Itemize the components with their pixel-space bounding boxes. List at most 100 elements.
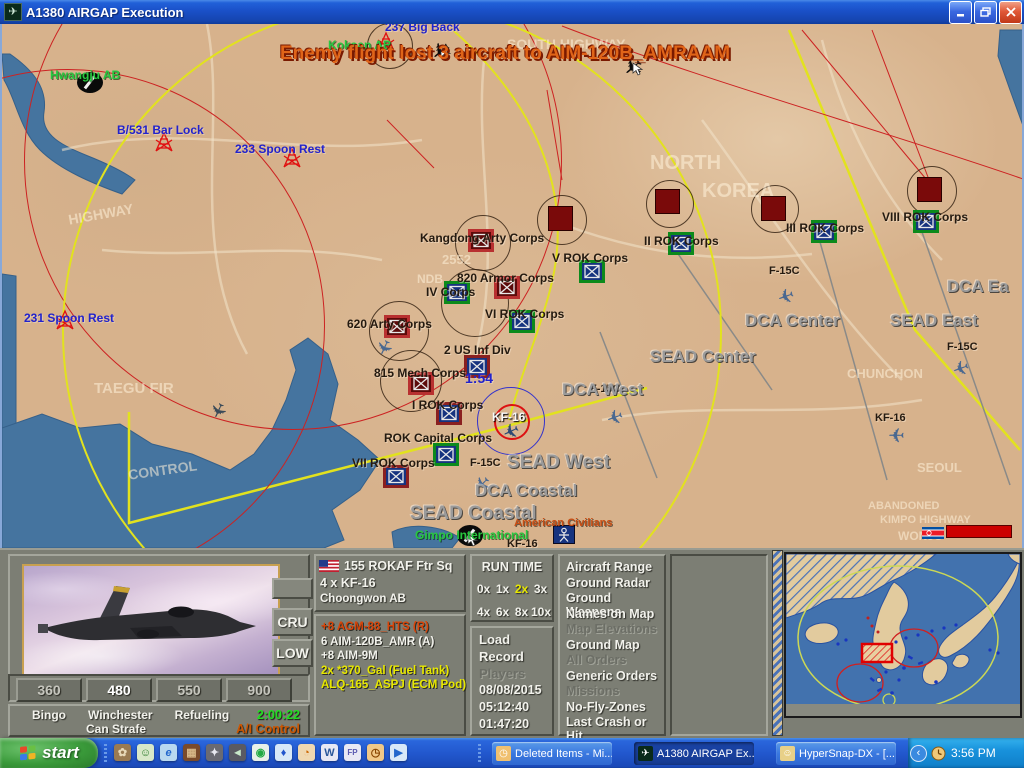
menu-aircraft-range[interactable]: Aircraft Range: [560, 560, 664, 576]
enemy-corps-icon[interactable]: [917, 177, 942, 202]
label-620-arty-corps[interactable]: 620 Arty Corps: [347, 318, 432, 330]
label-231-spoon-rest[interactable]: 231 Spoon Rest: [24, 312, 114, 324]
home-base[interactable]: Choongwon AB: [320, 593, 464, 605]
runtime-speed-10x[interactable]: 10x: [531, 605, 550, 619]
enemy-corps-icon[interactable]: [548, 206, 573, 231]
runtime-speed-3x[interactable]: 3x: [531, 582, 550, 596]
internet-explorer-icon[interactable]: e: [160, 744, 177, 761]
label-f15c-3[interactable]: F-15C: [947, 342, 978, 353]
enemy-corps-icon[interactable]: [761, 196, 786, 221]
winchester-button[interactable]: Winchester: [88, 708, 153, 722]
speed-button-480[interactable]: 480: [86, 678, 152, 702]
bingo-button[interactable]: Bingo: [32, 708, 66, 722]
low-button[interactable]: LOW: [272, 639, 313, 667]
label-iii-rok-corps[interactable]: III ROK Corps: [786, 222, 864, 234]
outlook-icon[interactable]: ◔: [298, 744, 315, 761]
app-icon-5[interactable]: ✦: [206, 744, 223, 761]
label-kf16-east[interactable]: KF-16: [875, 413, 906, 424]
aux-button[interactable]: [272, 578, 313, 599]
label-ii-rok-corps[interactable]: II ROK Corps: [644, 235, 719, 247]
f15c-aircraft-icon[interactable]: ✈: [952, 357, 969, 377]
menu-ground-weapons[interactable]: Ground Weapons: [560, 591, 664, 607]
label-hwangju-ab[interactable]: Hwangju AB: [50, 69, 120, 81]
runtime-speed-4x[interactable]: 4x: [474, 605, 493, 619]
tray-chevron-icon[interactable]: ‹: [910, 745, 927, 762]
f15c-aircraft-icon[interactable]: ✈: [606, 406, 623, 426]
cru-button[interactable]: CRU: [272, 608, 313, 636]
kf16-aircraft-icon[interactable]: ✈: [888, 424, 905, 444]
clock-icon[interactable]: ◷: [367, 744, 384, 761]
label-vii-rok-corps[interactable]: VII ROK Corps: [352, 457, 435, 469]
close-button[interactable]: [999, 1, 1022, 24]
label-timer[interactable]: 1:54: [465, 371, 493, 385]
label-237-big-back[interactable]: 237 Big Back: [385, 24, 460, 33]
media-player-icon[interactable]: ▶: [390, 744, 407, 761]
aircraft-icon[interactable]: ✈: [375, 337, 392, 357]
label-viii-rok-corps[interactable]: VIII ROK Corps: [882, 211, 968, 223]
start-button[interactable]: start: [0, 738, 98, 768]
app-icon-7[interactable]: ◉: [252, 744, 269, 761]
taskbar-deleted-items[interactable]: ◷Deleted Items - Mi...: [492, 742, 612, 765]
menu-last-crash-or-hit[interactable]: Last Crash or Hit: [560, 715, 664, 731]
minimize-button[interactable]: [949, 1, 972, 24]
loadout-item: +8 AIM-9M: [321, 649, 464, 664]
label-815-mech-corps[interactable]: 815 Mech Corps: [374, 367, 466, 379]
taskbar-hypersnap[interactable]: ☺HyperSnap-DX - [...: [776, 742, 896, 765]
refueling-button[interactable]: Refueling: [175, 708, 230, 722]
label-rok-capital-corps[interactable]: ROK Capital Corps: [384, 432, 492, 444]
label-iv-corps[interactable]: IV Corps: [426, 286, 475, 298]
rok-capital-corps-icon[interactable]: [433, 443, 459, 466]
runtime-box: RUN TIME 0x1x2x3x 4x6x8x10x: [470, 554, 554, 622]
speed-button-900[interactable]: 900: [226, 678, 292, 702]
zone-label: DCA Ea: [947, 277, 1009, 297]
label-f15c-2[interactable]: F-15C: [769, 266, 800, 277]
speed-button-550[interactable]: 550: [156, 678, 222, 702]
restore-button[interactable]: [974, 1, 997, 24]
label-820-armor-corps[interactable]: 820 Armor Corps: [457, 272, 554, 284]
label-233-spoon-rest[interactable]: 233 Spoon Rest: [235, 143, 325, 155]
app-icon-8[interactable]: ♦: [275, 744, 292, 761]
squadron-name[interactable]: 155 ROKAF Ftr Sq: [344, 559, 452, 573]
menu-no-fly-zones[interactable]: No-Fly-Zones: [560, 700, 664, 716]
aircraft-photo: [22, 564, 280, 684]
app-icon-1[interactable]: ✿: [114, 744, 131, 761]
media-back-icon[interactable]: ◄: [229, 744, 246, 761]
menu-all-orders[interactable]: All Orders: [560, 653, 664, 669]
menu-map-elevations[interactable]: Map Elevations: [560, 622, 664, 638]
word-icon[interactable]: W: [321, 744, 338, 761]
record-button[interactable]: Record: [479, 648, 552, 665]
runtime-speed-6x[interactable]: 6x: [493, 605, 512, 619]
menu-ground-radar[interactable]: Ground Radar: [560, 576, 664, 592]
campaign-map[interactable]: SOUTH HIGHWAYNORTHKOREAHIGHWAYTAEGU FIRC…: [0, 24, 1024, 548]
label-vi-rok-corps[interactable]: VI ROK Corps: [485, 308, 564, 320]
label-f15c-4[interactable]: F-15C: [470, 458, 501, 469]
menu-generic-orders[interactable]: Generic Orders: [560, 669, 664, 685]
f15c-aircraft-icon[interactable]: ✈: [777, 285, 794, 305]
aircraft-icon[interactable]: ✈: [209, 400, 226, 420]
menu-ground-map[interactable]: Ground Map: [560, 638, 664, 654]
frontpage-icon[interactable]: FP: [344, 744, 361, 761]
runtime-speed-2x[interactable]: 2x: [512, 582, 531, 596]
label-gimpo-international[interactable]: Gimpo International: [415, 529, 528, 541]
label-kangdong-arty-corps[interactable]: Kangdong Arty Corps: [420, 232, 544, 244]
app-icon-4[interactable]: ▦: [183, 744, 200, 761]
runtime-speed-1x[interactable]: 1x: [493, 582, 512, 596]
label-i-rok-corps[interactable]: I ROK Corps: [412, 399, 483, 411]
label-v-rok-corps[interactable]: V ROK Corps: [552, 252, 628, 264]
messenger-icon[interactable]: ☺: [137, 744, 154, 761]
can-strafe-button[interactable]: Can Strafe: [86, 722, 146, 736]
menu-names-on-map[interactable]: Names on Map: [560, 607, 664, 623]
tray-clock-icon[interactable]: [931, 746, 946, 761]
runtime-speed-8x[interactable]: 8x: [512, 605, 531, 619]
speed-button-360[interactable]: 360: [16, 678, 82, 702]
label-b531-bar-lock[interactable]: B/531 Bar Lock: [117, 124, 204, 136]
taskbar-airgap[interactable]: ✈A1380 AIRGAP Ex...: [634, 742, 754, 765]
minimap[interactable]: [784, 552, 1022, 718]
enemy-corps-icon[interactable]: [655, 189, 680, 214]
label-2-us-inf-div[interactable]: 2 US Inf Div: [444, 344, 511, 356]
menu-missions[interactable]: Missions: [560, 684, 664, 700]
load-button[interactable]: Load: [479, 631, 552, 648]
runtime-speed-0x[interactable]: 0x: [474, 582, 493, 596]
ai-control-button[interactable]: A/I Control: [236, 722, 300, 736]
label-kf16-selected[interactable]: KF-16: [492, 411, 525, 423]
